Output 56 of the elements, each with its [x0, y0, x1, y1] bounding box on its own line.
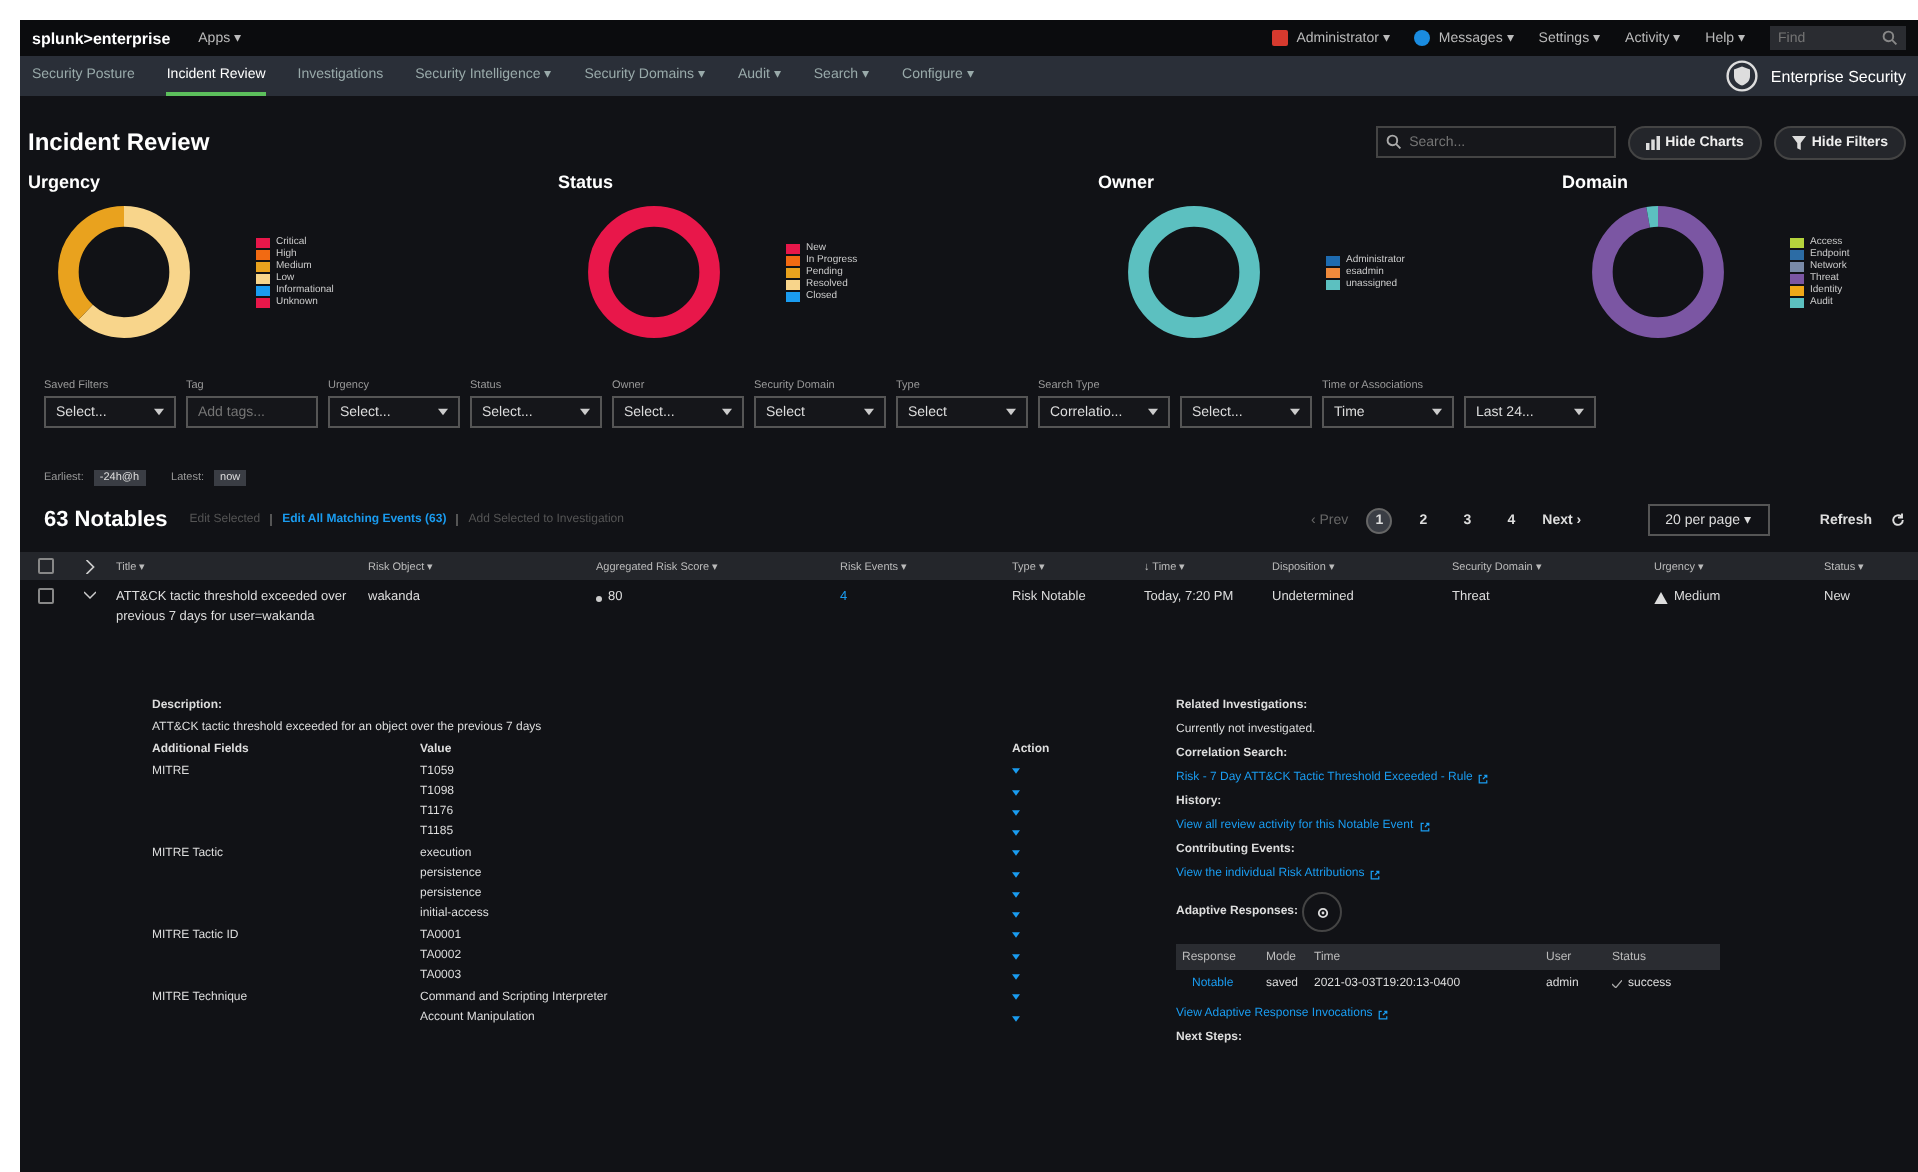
warning-icon: [1654, 592, 1668, 605]
caret-icon: [1432, 408, 1442, 416]
caret-icon: [1290, 408, 1300, 416]
score-dot-icon: [596, 595, 602, 602]
caret-icon[interactable]: [1012, 850, 1020, 856]
caret-icon[interactable]: [1012, 911, 1020, 917]
external-link-icon: [1419, 821, 1430, 831]
caret-icon[interactable]: [1012, 994, 1020, 1000]
check-icon: [1612, 979, 1622, 987]
external-link-icon: [1478, 773, 1489, 783]
chart-title: Owner: [1098, 172, 1157, 192]
filter-icon: [1791, 135, 1806, 149]
chart-title: Urgency: [28, 172, 103, 192]
gear-icon: [1315, 905, 1330, 919]
caret-icon[interactable]: [1012, 829, 1020, 835]
shield-logo-icon: [1726, 60, 1759, 92]
caret-icon[interactable]: [1012, 789, 1020, 795]
donut-chart-drawing: [56, 204, 192, 340]
row-checkbox[interactable]: [38, 588, 54, 604]
external-link-icon: [1370, 869, 1381, 879]
caret-icon: [1574, 408, 1584, 416]
messages-icon: [1414, 30, 1431, 46]
bar-chart-icon: [1645, 135, 1660, 149]
external-link-icon: [1378, 1009, 1389, 1019]
donut-chart-drawing: [586, 204, 722, 340]
caret-icon: [154, 408, 164, 416]
caret-icon[interactable]: [1012, 809, 1020, 815]
page-title: Incident Review: [28, 128, 210, 156]
search-icon: [1385, 134, 1402, 150]
caret-icon[interactable]: [1012, 1015, 1020, 1021]
caret-icon: [580, 408, 590, 416]
donut-chart-drawing: [1126, 204, 1262, 340]
splunk-logo[interactable]: splunk>enterprise: [32, 29, 171, 47]
refresh-icon[interactable]: [1890, 512, 1906, 528]
caret-icon: [722, 408, 732, 416]
search-icon: [1882, 30, 1898, 46]
caret-icon[interactable]: [1012, 973, 1020, 979]
alert-icon: [1272, 30, 1289, 46]
run-action-button[interactable]: [1302, 892, 1343, 932]
chart-title: Domain: [1562, 172, 1631, 192]
chevron-right-icon: [84, 559, 96, 573]
caret-icon[interactable]: [1012, 768, 1020, 774]
notables-count: 63 Notables: [44, 508, 168, 532]
caret-icon: [438, 408, 448, 416]
caret-icon[interactable]: [1012, 871, 1020, 877]
app-title: Enterprise Security: [1770, 67, 1906, 85]
caret-icon: [1006, 408, 1016, 416]
chart-title: Status: [558, 172, 616, 192]
caret-icon[interactable]: [1012, 953, 1020, 959]
caret-icon[interactable]: [1012, 932, 1020, 938]
caret-icon: [864, 408, 874, 416]
caret-icon[interactable]: [1012, 891, 1020, 897]
donut-chart-drawing: [1590, 204, 1726, 340]
select-all-checkbox[interactable]: [38, 558, 54, 574]
caret-icon: [1148, 408, 1158, 416]
expand-toggle-icon[interactable]: [84, 588, 96, 602]
